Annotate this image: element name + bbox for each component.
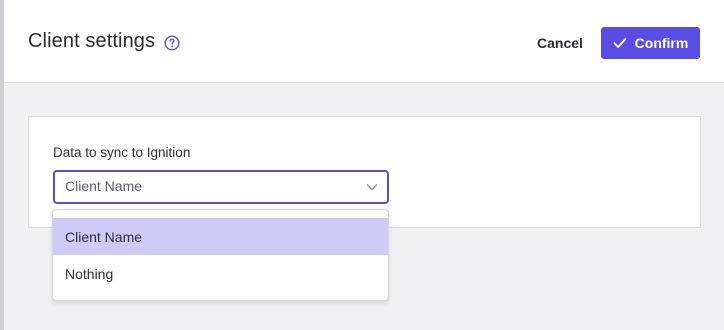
- help-circle-icon[interactable]: [164, 35, 180, 51]
- option-client-name[interactable]: Client Name: [53, 218, 388, 255]
- sync-field-label: Data to sync to Ignition: [53, 145, 191, 160]
- select-dropdown-menu: Client Name Nothing: [52, 209, 389, 301]
- modal-header: Client settings Cancel Confirm: [4, 0, 724, 83]
- select-value: Client Name: [65, 178, 143, 194]
- sync-data-select[interactable]: Client Name: [53, 170, 389, 204]
- check-icon: [613, 38, 627, 48]
- modal-title: Client settings: [28, 30, 156, 52]
- confirm-button[interactable]: Confirm: [601, 27, 700, 59]
- confirm-label: Confirm: [634, 35, 689, 51]
- dropdown-top-padding: [53, 210, 388, 218]
- chevron-down-icon: [366, 184, 378, 191]
- option-nothing[interactable]: Nothing: [53, 255, 388, 292]
- cancel-button[interactable]: Cancel: [522, 29, 598, 57]
